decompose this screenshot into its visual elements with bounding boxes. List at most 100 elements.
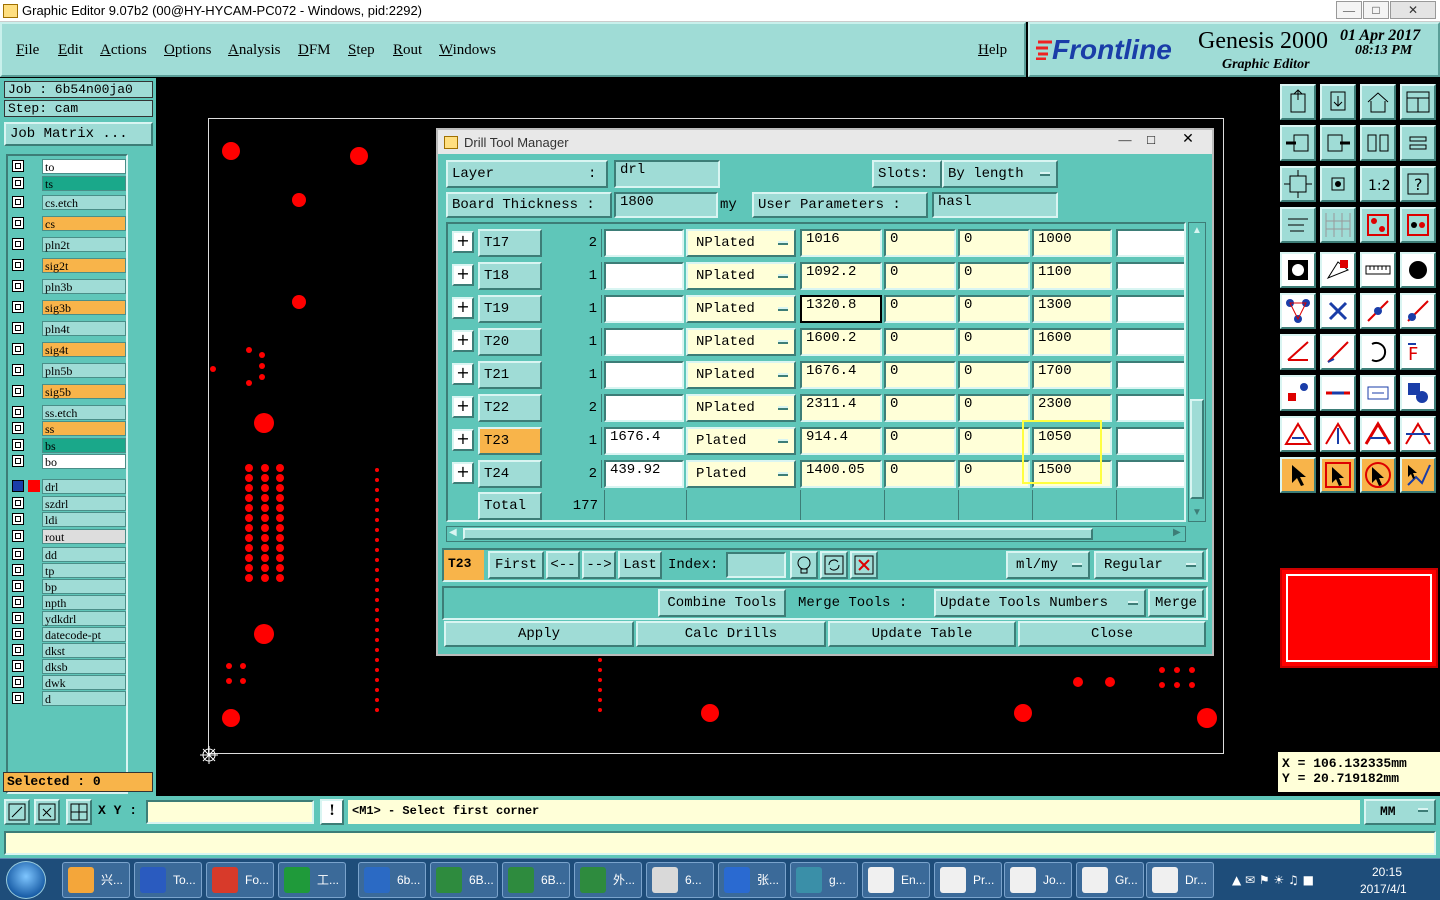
layer-row-sig3b[interactable]: sig3b xyxy=(10,299,126,315)
tool-cell[interactable]: T18 xyxy=(478,262,542,290)
select-box-icon[interactable] xyxy=(1320,457,1356,493)
select-circle-icon[interactable] xyxy=(1360,457,1396,493)
grid-toggle-icon[interactable] xyxy=(1320,207,1356,243)
taskbar-item[interactable]: 6B... xyxy=(430,862,498,898)
menu-help[interactable]: Help xyxy=(978,42,1007,59)
finish-field[interactable] xyxy=(604,229,684,257)
circle-icon[interactable] xyxy=(1400,252,1436,288)
type-dropdown[interactable]: NPlated xyxy=(686,262,796,290)
drill-field[interactable]: 914.4 xyxy=(800,427,882,455)
taskbar-item[interactable]: 张... xyxy=(718,862,786,898)
extra-field[interactable] xyxy=(1116,394,1184,422)
slots-dropdown[interactable]: By length xyxy=(942,160,1058,188)
minimize-button[interactable]: — xyxy=(1336,1,1362,19)
layers-red-icon[interactable] xyxy=(1360,207,1396,243)
measure-box-icon[interactable] xyxy=(1360,375,1396,411)
layer-row-bo[interactable]: bo xyxy=(10,453,126,469)
layer-row-datecode-pt[interactable]: datecode-pt xyxy=(10,626,126,642)
tool-cell[interactable]: T19 xyxy=(478,295,542,323)
xy-input[interactable] xyxy=(146,800,314,824)
layer-checkbox[interactable] xyxy=(12,676,24,688)
segment-icon[interactable] xyxy=(1320,375,1356,411)
fit-icon[interactable] xyxy=(1280,166,1316,202)
vscroll-thumb[interactable] xyxy=(1190,399,1204,499)
min-field[interactable]: 0 xyxy=(884,328,956,356)
table-hscrollbar[interactable]: ◀ ▶ xyxy=(446,526,1186,542)
layer-checkbox[interactable] xyxy=(12,660,24,672)
command-line[interactable] xyxy=(0,828,1440,858)
layer-row-rout[interactable]: rout xyxy=(10,528,126,544)
min-field[interactable]: 0 xyxy=(884,361,956,389)
layer-row-ts[interactable]: ts xyxy=(10,175,126,191)
expand-icon[interactable]: + xyxy=(452,231,474,253)
layer-row-ldi[interactable]: ldi xyxy=(10,511,126,527)
center-icon[interactable] xyxy=(1320,166,1356,202)
node-icon[interactable] xyxy=(1280,293,1316,329)
layer-checkbox[interactable] xyxy=(12,176,24,189)
finish-field[interactable] xyxy=(604,328,684,356)
max-field[interactable]: 0 xyxy=(958,427,1030,455)
layer-checkbox[interactable] xyxy=(12,513,24,525)
max-field[interactable]: 0 xyxy=(958,295,1030,323)
tool-cell[interactable]: T24 xyxy=(478,460,542,488)
arrow-c-icon[interactable] xyxy=(1400,416,1436,452)
taskbar-item[interactable]: 兴... xyxy=(62,862,130,898)
apply-button[interactable]: Apply xyxy=(444,621,634,647)
layer-checkbox[interactable] xyxy=(12,529,24,542)
flip-icon[interactable] xyxy=(1360,125,1396,161)
arrow-a-icon[interactable] xyxy=(1320,416,1356,452)
save-icon[interactable] xyxy=(1320,84,1356,120)
refresh-icon[interactable] xyxy=(820,551,848,579)
size-field[interactable]: 1100 xyxy=(1032,262,1112,290)
extra-field[interactable] xyxy=(1116,427,1184,455)
expand-icon[interactable]: + xyxy=(452,330,474,352)
max-field[interactable]: 0 xyxy=(958,262,1030,290)
measure-icon[interactable] xyxy=(1280,207,1316,243)
layer-checkbox[interactable] xyxy=(12,564,24,576)
menu-file[interactable]: File xyxy=(16,42,39,59)
delete-icon[interactable] xyxy=(850,551,878,579)
menu-windows[interactable]: Windows xyxy=(439,42,496,59)
units-dropdown[interactable]: MM xyxy=(1364,799,1436,825)
layer-row-drl[interactable]: drl xyxy=(10,478,126,494)
hscroll-thumb[interactable] xyxy=(463,528,1093,540)
preview-window[interactable] xyxy=(1280,568,1438,668)
drill-field[interactable]: 1092.2 xyxy=(800,262,882,290)
bulb-icon[interactable] xyxy=(790,551,818,579)
layer-checkbox[interactable] xyxy=(12,343,24,355)
type-dropdown[interactable]: Plated xyxy=(686,460,796,488)
size-field[interactable]: 1000 xyxy=(1032,229,1112,257)
zoom-fit-icon[interactable] xyxy=(4,799,30,825)
min-field[interactable]: 0 xyxy=(884,295,956,323)
union-icon[interactable] xyxy=(1400,375,1436,411)
open-icon[interactable] xyxy=(1280,84,1316,120)
finish-field[interactable] xyxy=(604,394,684,422)
select-tool-icon[interactable] xyxy=(1400,457,1436,493)
dialog-maximize-button[interactable]: □ xyxy=(1138,132,1164,150)
line-point-icon[interactable] xyxy=(1400,293,1436,329)
update-tools-numbers-dropdown[interactable]: Update Tools Numbers xyxy=(934,589,1146,617)
type-dropdown[interactable]: NPlated xyxy=(686,328,796,356)
layer-row-dd[interactable]: dd xyxy=(10,546,126,562)
pad-icon[interactable] xyxy=(1280,252,1316,288)
layer-checkbox[interactable] xyxy=(12,644,24,656)
layer-row-npth[interactable]: npth xyxy=(10,594,126,610)
min-field[interactable]: 0 xyxy=(884,262,956,290)
triangle-icon[interactable] xyxy=(1280,416,1316,452)
shape-icon[interactable] xyxy=(1320,252,1356,288)
layer-checkbox[interactable] xyxy=(12,548,24,560)
layer-checkbox[interactable] xyxy=(12,580,24,592)
size-field[interactable]: 1700 xyxy=(1032,361,1112,389)
extra-field[interactable] xyxy=(1116,295,1184,323)
taskbar-item[interactable]: g... xyxy=(790,862,858,898)
finish-field[interactable]: 439.92 xyxy=(604,460,684,488)
layer-checkbox[interactable] xyxy=(12,628,24,640)
prev-button[interactable]: <-- xyxy=(546,551,580,579)
layer-row-sig5b[interactable]: sig5b xyxy=(10,383,126,399)
finish-field[interactable]: 1676.4 xyxy=(604,427,684,455)
layer-checkbox[interactable] xyxy=(12,455,24,467)
layer-checkbox[interactable] xyxy=(12,238,24,250)
size-field[interactable]: 2300 xyxy=(1032,394,1112,422)
extra-field[interactable] xyxy=(1116,460,1184,488)
rotate-icon[interactable] xyxy=(1360,334,1396,370)
